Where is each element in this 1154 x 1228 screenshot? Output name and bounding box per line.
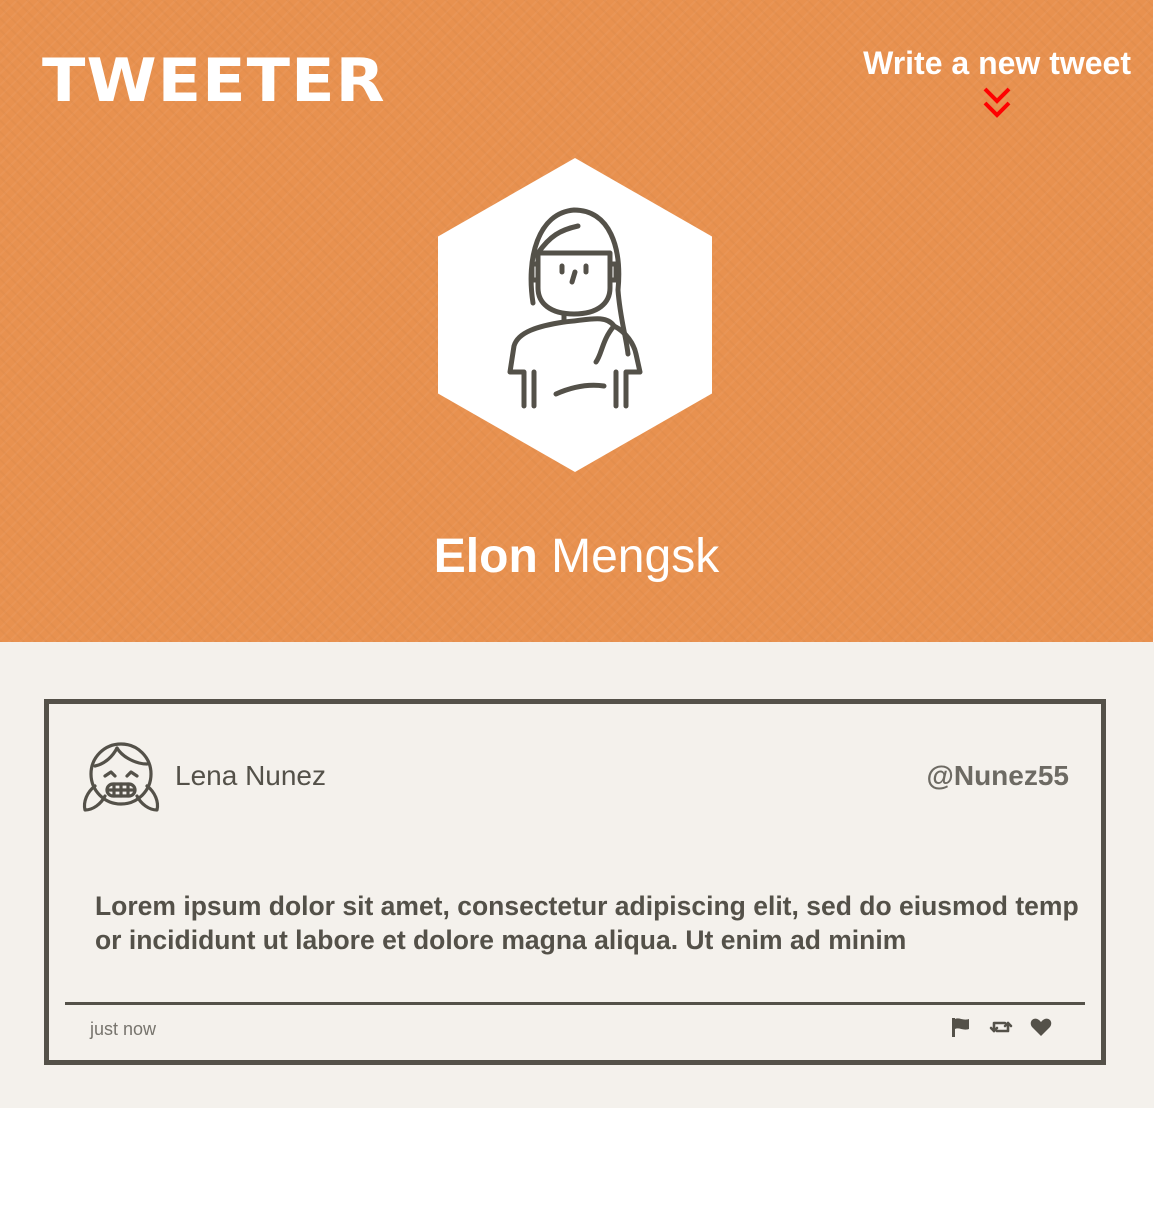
tweet-card: Lena Nunez @Nunez55 Lorem ipsum dolor si… [44, 699, 1106, 1065]
retweet-icon[interactable] [989, 1015, 1013, 1039]
tweet-feed: Lena Nunez @Nunez55 Lorem ipsum dolor si… [0, 642, 1154, 1108]
flag-icon[interactable] [949, 1015, 973, 1039]
write-new-tweet-label[interactable]: Write a new tweet [863, 42, 1131, 84]
write-new-tweet-button[interactable]: Write a new tweet [863, 42, 1131, 120]
tweet-author-name: Lena Nunez [175, 760, 327, 791]
double-chevron-down-icon[interactable] [982, 86, 1012, 120]
profile-name: Elon Mengsk [0, 524, 1153, 590]
smiling-girl-avatar-icon [82, 742, 160, 812]
profile-first-name: Elon [433, 530, 538, 583]
heart-icon[interactable] [1029, 1015, 1053, 1039]
tweet-author-handle[interactable]: @Nunez55 [927, 758, 1069, 794]
tweet-text: Lorem ipsum dolor sit amet, consectetur … [95, 891, 1079, 955]
page-header: TWEETER Write a new tweet Elon Mengsk [0, 0, 1153, 642]
profile-last-name: Mengsk [551, 530, 720, 583]
app-logo: TWEETER [42, 46, 386, 116]
profile-avatar [438, 158, 712, 472]
tweet-timestamp: just now [90, 1019, 157, 1039]
tweet-actions [949, 1014, 1053, 1040]
tweet-divider [65, 1002, 1085, 1005]
